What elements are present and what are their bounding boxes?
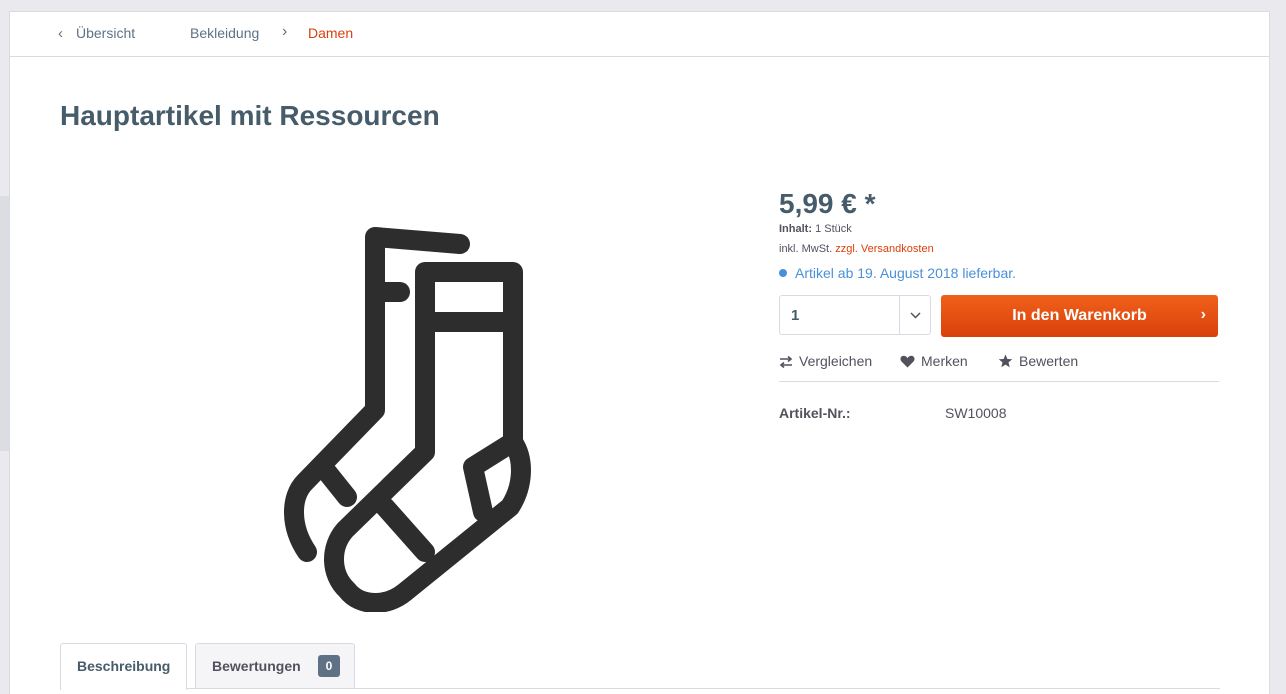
breadcrumb-item-damen[interactable]: Damen	[308, 25, 353, 41]
back-link-label: Übersicht	[76, 25, 136, 41]
add-to-cart-label: In den Warenkorb	[1012, 307, 1147, 324]
add-to-cart-button[interactable]: In den Warenkorb ›	[941, 295, 1218, 337]
delivery-text: Artikel ab 19. August 2018 lieferbar.	[795, 265, 1017, 281]
page-title: Hauptartikel mit Ressourcen	[60, 100, 440, 131]
breadcrumb-item-bekleidung[interactable]: Bekleidung	[190, 25, 259, 41]
product-actions: Vergleichen Merken Bewerten	[779, 353, 1219, 382]
heart-icon	[900, 355, 915, 368]
tab-description-label: Beschreibung	[77, 658, 171, 674]
quantity-select[interactable]: 1	[779, 295, 931, 335]
chevron-left-icon: ‹	[58, 25, 63, 42]
product-price: 5,99 € *	[779, 188, 876, 219]
star-icon	[998, 354, 1013, 368]
unit-label: Inhalt:	[779, 223, 812, 235]
shipping-costs-link[interactable]: zzgl. Versandkosten	[835, 243, 933, 255]
compare-icon	[779, 355, 793, 369]
delivery-status-dot	[779, 269, 787, 277]
back-link[interactable]: ‹ Übersicht	[58, 25, 135, 42]
note-link[interactable]: Merken	[900, 353, 968, 369]
chevron-down-icon[interactable]	[899, 296, 930, 334]
unit-value: 1 Stück	[815, 223, 852, 235]
page-background	[0, 196, 9, 451]
compare-label: Vergleichen	[799, 353, 873, 369]
article-number-value: SW10008	[945, 405, 1007, 421]
note-label: Merken	[921, 353, 968, 369]
tab-divider	[60, 688, 1220, 689]
compare-link[interactable]: Vergleichen	[779, 353, 872, 369]
breadcrumb: ‹ Übersicht Bekleidung › Damen	[10, 12, 1269, 57]
quantity-value: 1	[791, 307, 800, 324]
socks-icon	[284, 227, 531, 613]
unit-info: Inhalt: 1 Stück	[779, 223, 852, 235]
rate-link[interactable]: Bewerten	[998, 353, 1078, 369]
product-image[interactable]	[265, 212, 535, 613]
tab-reviews-label: Bewertungen	[212, 658, 301, 674]
product-tabs: Beschreibung Bewertungen 0	[60, 642, 1220, 694]
chevron-right-icon: ›	[1200, 306, 1206, 323]
reviews-count-badge: 0	[318, 655, 340, 677]
chevron-right-icon: ›	[282, 23, 288, 40]
article-number-label: Artikel-Nr.:	[779, 405, 851, 421]
rate-label: Bewerten	[1019, 353, 1079, 369]
tax-text: inkl. MwSt.	[779, 243, 833, 255]
tab-reviews[interactable]: Bewertungen 0	[195, 643, 355, 688]
content-panel: ‹ Übersicht Bekleidung › Damen Hauptartik…	[9, 11, 1270, 694]
delivery-info: Artikel ab 19. August 2018 lieferbar.	[779, 265, 1016, 281]
tax-info: inkl. MwSt. zzgl. Versandkosten	[779, 243, 934, 255]
tab-description[interactable]: Beschreibung	[60, 643, 187, 690]
